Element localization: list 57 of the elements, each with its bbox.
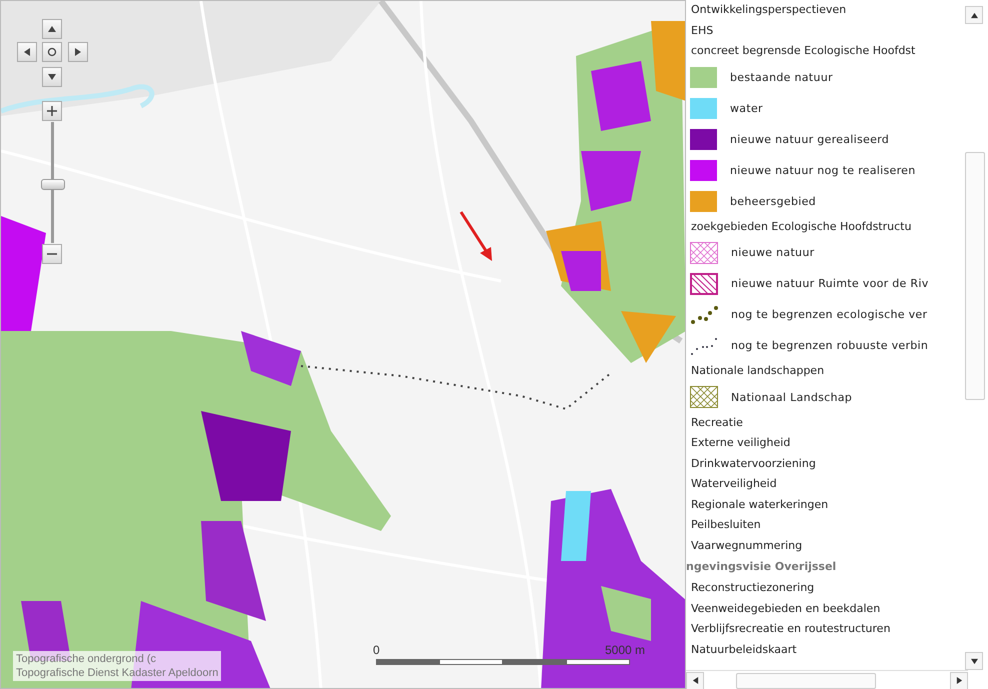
right-triangle-icon: [956, 677, 962, 684]
scale-label: 0: [373, 643, 380, 657]
legend-label[interactable]: beheersgebied: [730, 194, 816, 208]
legend-heading[interactable]: zoekgebieden Ecologische Hoofdstructu: [686, 216, 912, 237]
legend-heading[interactable]: Waterveiligheid: [686, 474, 777, 494]
legend-label[interactable]: nieuwe natuur: [731, 246, 814, 259]
scroll-right-button[interactable]: [950, 672, 968, 689]
scrollbar-thumb[interactable]: [736, 673, 876, 689]
left-triangle-icon: [692, 677, 698, 684]
legend-heading[interactable]: concreet begrensde Ecologische Hoofdst: [686, 41, 916, 62]
pan-center-button[interactable]: [42, 42, 62, 62]
pan-up-button[interactable]: [42, 19, 62, 39]
legend-heading[interactable]: Nationale landschappen: [686, 361, 824, 382]
legend-label[interactable]: Nationaal Landschap: [731, 390, 852, 404]
legend-heading[interactable]: Peilbesluiten: [686, 515, 761, 536]
legend-heading[interactable]: Vaarwegnummering: [686, 536, 802, 556]
up-triangle-icon: [970, 12, 978, 18]
legend-heading[interactable]: Drinkwatervoorziening: [686, 454, 816, 474]
legend-heading[interactable]: Externe veiligheid: [686, 433, 790, 454]
scrollbar-thumb[interactable]: [965, 152, 985, 400]
legend-heading[interactable]: Reconstructiezonering: [686, 578, 814, 598]
plus-icon: [46, 105, 58, 117]
right-triangle-icon: [73, 47, 83, 57]
zoom-in-button[interactable]: [42, 101, 62, 121]
down-triangle-icon: [47, 72, 57, 82]
legend-heading[interactable]: Ontwikkelingsperspectieven: [686, 0, 846, 20]
legend-heading[interactable]: Verblijfsrecreatie en routestructuren: [686, 619, 890, 640]
legend-label[interactable]: nieuwe natuur Ruimte voor de Riv: [731, 277, 929, 290]
legend-label[interactable]: nieuwe natuur gerealiseerd: [730, 132, 890, 146]
pan-left-button[interactable]: [17, 42, 37, 62]
pan-down-button[interactable]: [42, 67, 62, 87]
zoom-out-button[interactable]: [42, 244, 62, 264]
left-triangle-icon: [22, 47, 32, 57]
scroll-up-button[interactable]: [965, 6, 983, 24]
legend-group-title[interactable]: ngevingsvisie Overijssel: [686, 556, 836, 578]
scroll-down-button[interactable]: [965, 652, 983, 670]
down-triangle-icon: [970, 658, 978, 664]
legend-heading[interactable]: Recreatie: [686, 412, 743, 433]
scale-label: 5000 m: [604, 643, 645, 657]
legend-heading[interactable]: Natuurbeleidskaart: [686, 640, 797, 660]
scroll-left-button[interactable]: [686, 672, 704, 689]
legend-label[interactable]: nog te begrenzen robuuste verbin: [731, 339, 928, 352]
zoom-slider-thumb[interactable]: [41, 178, 65, 190]
legend-label[interactable]: bestaande natuur: [730, 70, 833, 84]
attribution-text: Topografische Dienst Kadaster Apeldoorn: [16, 666, 218, 680]
legend-heading[interactable]: Regionale waterkeringen: [686, 494, 828, 515]
legend-heading[interactable]: Veenweidegebieden en beekdalen: [686, 598, 880, 619]
legend-heading[interactable]: EHS: [686, 20, 714, 41]
map-panel[interactable]: Topografische ondergrond (c Topografische Dienst Kadaster Apeldoorn 0 5000 m: [0, 0, 686, 689]
legend-label[interactable]: nieuwe natuur nog te realiseren: [730, 164, 916, 176]
legend-label[interactable]: nog te begrenzen ecologische ver: [731, 308, 928, 321]
up-triangle-icon: [47, 24, 57, 34]
horizontal-scrollbar[interactable]: [686, 670, 968, 689]
pan-right-button[interactable]: [68, 42, 88, 62]
legend-label[interactable]: water: [730, 102, 763, 114]
circle-icon: [46, 46, 58, 58]
attribution-text: Topografische ondergrond (c: [16, 652, 158, 666]
